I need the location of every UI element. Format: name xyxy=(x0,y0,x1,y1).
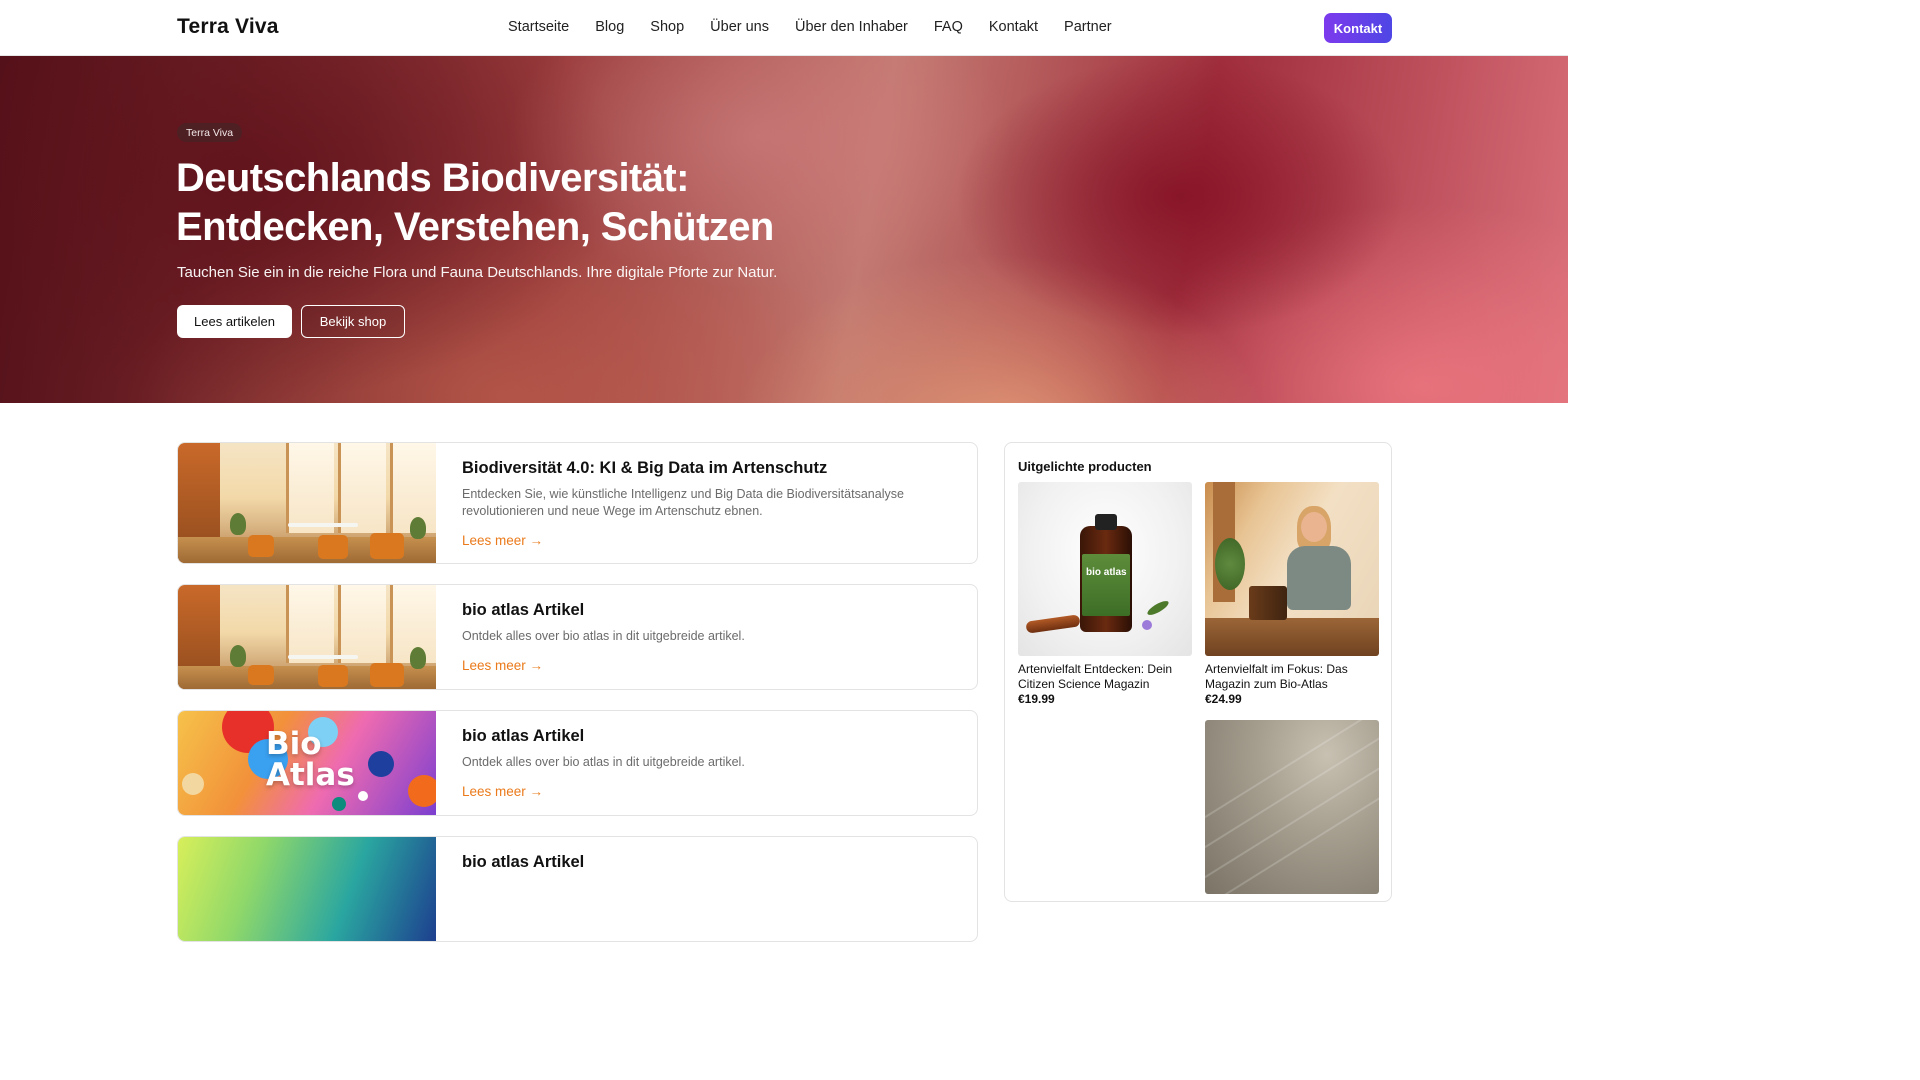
product-image-fabric[interactable] xyxy=(1205,720,1379,894)
sidebar-title: Uitgelichte producten xyxy=(1018,459,1152,474)
article-card[interactable]: Bio Atlas bio atlas Artikel Ontdek alles… xyxy=(177,710,978,816)
header-contact-button[interactable]: Kontakt xyxy=(1324,13,1392,43)
article-description: Entdecken Sie, wie künstliche Intelligen… xyxy=(462,487,904,518)
article-card[interactable]: Biodiversität 4.0: KI & Big Data im Arte… xyxy=(177,442,978,564)
article-card[interactable]: bio atlas Artikel Ontdek alles over bio … xyxy=(177,584,978,690)
hero-tag-badge: Terra Viva xyxy=(177,123,243,142)
product-image-woman-reading[interactable] xyxy=(1205,482,1379,656)
article-image-interior[interactable] xyxy=(178,443,436,563)
hero-title-line-1: Deutschlands Biodiversität: xyxy=(176,156,689,200)
article-title[interactable]: Biodiversität 4.0: KI & Big Data im Arte… xyxy=(462,459,827,478)
product-price: €19.99 xyxy=(1018,692,1055,706)
nav-item-faq[interactable]: FAQ xyxy=(934,19,963,35)
bio-atlas-logo-text: Bio Atlas xyxy=(266,726,355,793)
nav-item-shop[interactable]: Shop xyxy=(650,19,684,35)
view-shop-button[interactable]: Bekijk shop xyxy=(301,305,405,338)
site-logo[interactable]: Terra Viva xyxy=(177,15,279,39)
article-description: Ontdek alles over bio atlas in dit uitge… xyxy=(462,629,745,643)
read-more-link[interactable]: Lees meer → xyxy=(462,658,543,673)
hero-subtitle: Tauchen Sie ein in die reiche Flora und … xyxy=(177,264,778,281)
read-more-link[interactable]: Lees meer → xyxy=(462,533,543,548)
article-description: Ontdek alles over bio atlas in dit uitge… xyxy=(462,755,745,769)
nav-item-blog[interactable]: Blog xyxy=(595,19,624,35)
product-name[interactable]: Artenvielfalt im Fokus: Das Magazin zum … xyxy=(1205,662,1379,692)
nav-item-kontakt[interactable]: Kontakt xyxy=(989,19,1038,35)
main-nav: Startseite Blog Shop Über uns Über den I… xyxy=(508,19,1138,35)
hero-section: Terra Viva Deutschlands Biodiversität: E… xyxy=(0,56,1568,403)
featured-products-sidebar: Uitgelichte producten bio atlas Artenvie… xyxy=(1004,442,1392,902)
product-card[interactable]: bio atlas Artenvielfalt Entdecken: Dein … xyxy=(1018,482,1192,706)
product-card[interactable]: Artenvielfalt im Fokus: Das Magazin zum … xyxy=(1205,482,1379,706)
product-image-bottle[interactable]: bio atlas xyxy=(1018,482,1192,656)
product-card[interactable] xyxy=(1205,720,1379,894)
product-price: €24.99 xyxy=(1205,692,1242,706)
nav-item-ueber-uns[interactable]: Über uns xyxy=(710,19,769,35)
article-card[interactable]: bio atlas Artikel xyxy=(177,836,978,942)
product-name[interactable]: Artenvielfalt Entdecken: Dein Citizen Sc… xyxy=(1018,662,1192,692)
hero-title-line-2: Entdecken, Verstehen, Schützen xyxy=(176,205,774,249)
nav-item-partner[interactable]: Partner xyxy=(1064,19,1112,35)
nav-item-ueber-den-inhaber[interactable]: Über den Inhaber xyxy=(795,19,908,35)
hero-title: Deutschlands Biodiversität: Entdecken, V… xyxy=(176,154,1076,252)
nav-item-startseite[interactable]: Startseite xyxy=(508,19,569,35)
article-image-gradient[interactable] xyxy=(178,837,436,941)
article-image-bio-atlas[interactable]: Bio Atlas xyxy=(178,711,436,815)
article-title[interactable]: bio atlas Artikel xyxy=(462,853,584,872)
site-header: Terra Viva Startseite Blog Shop Über uns… xyxy=(0,0,1568,56)
article-title[interactable]: bio atlas Artikel xyxy=(462,727,584,746)
article-image-interior[interactable] xyxy=(178,585,436,689)
read-more-link[interactable]: Lees meer → xyxy=(462,784,543,799)
article-title[interactable]: bio atlas Artikel xyxy=(462,601,584,620)
read-articles-button[interactable]: Lees artikelen xyxy=(177,305,292,338)
